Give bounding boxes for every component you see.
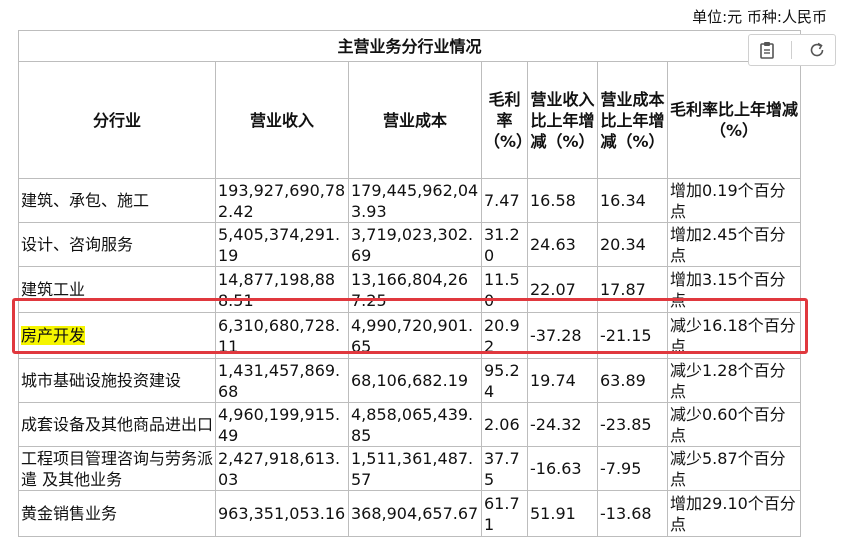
header-industry: 分行业	[18, 61, 216, 179]
cell-margin-change: 增加0.19个百分点	[666, 178, 802, 223]
cell-revenue-change: 16.58	[527, 178, 598, 223]
cell-industry: 建筑、承包、施工	[18, 178, 216, 223]
cell-cost-change: 16.34	[597, 178, 668, 223]
cell-margin-change: 增加3.15个百分点	[666, 266, 802, 313]
industry-table: 主营业务分行业情况 分行业 营业收入 营业成本 毛利率（%） 营业收入比上年增减…	[17, 30, 802, 537]
cell-revenue: 963,351,053.16	[215, 490, 349, 537]
table-row: 建筑工业 14,877,198,888.51 13,166,804,267.25…	[18, 266, 802, 313]
cell-industry: 城市基础设施投资建设	[18, 358, 216, 403]
cell-industry: 黄金销售业务	[18, 490, 216, 537]
cell-margin: 2.06	[481, 402, 528, 447]
toolbar-divider	[791, 41, 793, 59]
cell-cost: 368,904,657.67	[348, 490, 482, 537]
cell-margin-change: 减少16.18个百分点	[666, 312, 802, 359]
cell-cost: 4,858,065,439.85	[348, 402, 482, 447]
refresh-icon[interactable]	[805, 38, 829, 62]
cell-cost-change: 17.87	[597, 266, 668, 313]
cell-cost-change: -23.85	[597, 402, 668, 447]
cell-cost-change: 63.89	[597, 358, 668, 403]
header-margin-change: 毛利率比上年增减（%）	[666, 61, 802, 179]
cell-revenue: 5,405,374,291.19	[215, 222, 349, 267]
cell-revenue: 4,960,199,915.49	[215, 402, 349, 447]
cell-cost: 179,445,962,043.93	[348, 178, 482, 223]
table-caption: 主营业务分行业情况	[17, 30, 802, 62]
cell-revenue-change: 19.74	[527, 358, 598, 403]
header-cost-change: 营业成本比上年增减（%）	[597, 61, 668, 179]
clipboard-icon[interactable]	[755, 38, 779, 62]
cell-revenue: 14,877,198,888.51	[215, 266, 349, 313]
table-row: 建筑、承包、施工 193,927,690,782.42 179,445,962,…	[18, 178, 802, 223]
cell-revenue-change: -37.28	[527, 312, 598, 359]
cell-revenue: 193,927,690,782.42	[215, 178, 349, 223]
cell-revenue-change: 51.91	[527, 490, 598, 537]
cell-industry: 建筑工业	[18, 266, 216, 313]
table-row: 成套设备及其他商品进出口 4,960,199,915.49 4,858,065,…	[18, 402, 802, 447]
table-row: 黄金销售业务 963,351,053.16 368,904,657.67 61.…	[18, 490, 802, 537]
cell-margin: 20.92	[481, 312, 528, 359]
cell-margin: 37.75	[481, 446, 528, 491]
cell-cost-change: -7.95	[597, 446, 668, 491]
cell-cost: 13,166,804,267.25	[348, 266, 482, 313]
cell-revenue: 6,310,680,728.11	[215, 312, 349, 359]
header-revenue: 营业收入	[215, 61, 349, 179]
table-row: 工程项目管理咨询与劳务派遣 及其他业务 2,427,918,613.03 1,5…	[18, 446, 802, 491]
cell-revenue-change: -16.63	[527, 446, 598, 491]
cell-margin: 11.50	[481, 266, 528, 313]
cell-cost-change: -21.15	[597, 312, 668, 359]
cell-margin: 61.71	[481, 490, 528, 537]
table-toolbar	[748, 34, 836, 66]
header-cost: 营业成本	[348, 61, 482, 179]
cell-margin: 95.24	[481, 358, 528, 403]
table-row: 城市基础设施投资建设 1,431,457,869.68 68,106,682.1…	[18, 358, 802, 403]
cell-margin: 31.20	[481, 222, 528, 267]
table-row-highlighted: 房产开发 6,310,680,728.11 4,990,720,901.65 2…	[18, 312, 802, 359]
cell-cost: 3,719,023,302.69	[348, 222, 482, 267]
cell-cost-change: -13.68	[597, 490, 668, 537]
cell-industry: 成套设备及其他商品进出口	[18, 402, 216, 447]
cell-cost-change: 20.34	[597, 222, 668, 267]
cell-margin-change: 增加2.45个百分点	[666, 222, 802, 267]
cell-revenue: 2,427,918,613.03	[215, 446, 349, 491]
cell-industry: 工程项目管理咨询与劳务派遣 及其他业务	[18, 446, 216, 491]
cell-cost: 68,106,682.19	[348, 358, 482, 403]
cell-margin-change: 增加29.10个百分点	[666, 490, 802, 537]
cell-revenue: 1,431,457,869.68	[215, 358, 349, 403]
cell-industry: 房产开发	[18, 312, 216, 359]
cell-revenue-change: -24.32	[527, 402, 598, 447]
industry-table-container: 主营业务分行业情况 分行业 营业收入 营业成本 毛利率（%） 营业收入比上年增减…	[17, 30, 802, 537]
cell-margin-change: 减少5.87个百分点	[666, 446, 802, 491]
cell-revenue-change: 24.63	[527, 222, 598, 267]
header-revenue-change: 营业收入比上年增减（%）	[527, 61, 598, 179]
highlighted-industry: 房产开发	[21, 326, 86, 345]
cell-margin-change: 减少1.28个百分点	[666, 358, 802, 403]
cell-cost: 4,990,720,901.65	[348, 312, 482, 359]
header-margin: 毛利率（%）	[481, 61, 532, 179]
table-row: 设计、咨询服务 5,405,374,291.19 3,719,023,302.6…	[18, 222, 802, 267]
cell-margin-change: 减少0.60个百分点	[666, 402, 802, 447]
cell-margin: 7.47	[481, 178, 528, 223]
unit-label: 单位:元 币种:人民币	[692, 8, 827, 26]
cell-revenue-change: 22.07	[527, 266, 598, 313]
cell-industry: 设计、咨询服务	[18, 222, 216, 267]
cell-cost: 1,511,361,487.57	[348, 446, 482, 491]
